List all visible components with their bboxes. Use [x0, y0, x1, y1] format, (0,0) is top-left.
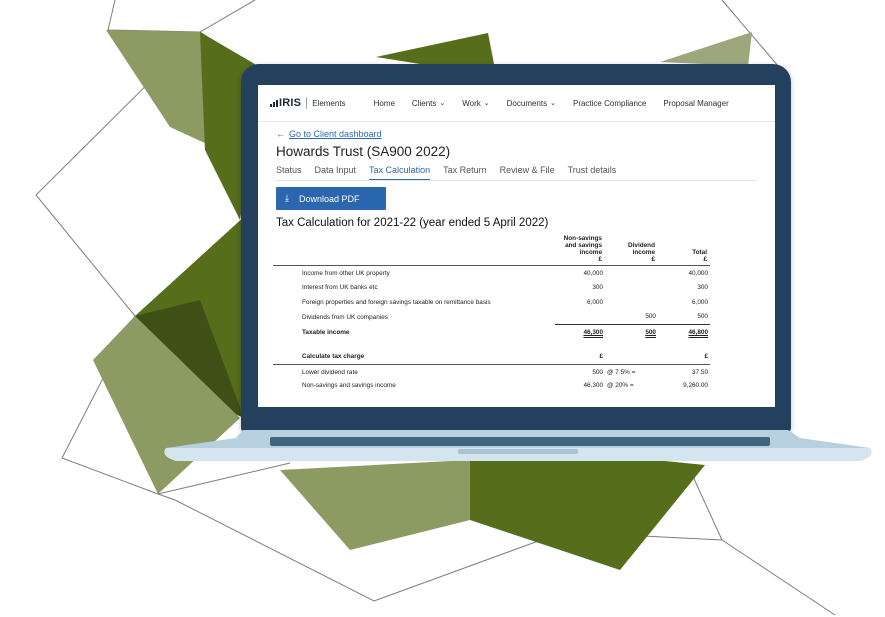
arrow-left-icon: ←: [276, 129, 285, 139]
table-row: Non-savings and savings income 46,300 @ …: [302, 382, 708, 389]
page-title: Howards Trust (SA900 2022): [276, 144, 451, 159]
iris-logo[interactable]: IRIS: [270, 97, 301, 109]
tab-tax-calculation[interactable]: Tax Calculation: [369, 165, 431, 180]
tab-trust-details[interactable]: Trust details: [568, 165, 617, 180]
col-dividend-header: Dividend income £: [605, 235, 658, 266]
logo-bars-icon: [270, 99, 278, 107]
tab-tax-return[interactable]: Tax Return: [443, 165, 487, 180]
calculation-title: Tax Calculation for 2021-22 (year ended …: [276, 217, 549, 229]
col-total-header: Total £: [658, 235, 710, 266]
nav-work[interactable]: Work ⌄: [462, 99, 489, 108]
nav-proposal-manager[interactable]: Proposal Manager: [663, 99, 728, 108]
back-to-dashboard-link[interactable]: ← Go to Client dashboard: [276, 129, 775, 139]
nav-clients[interactable]: Clients ⌄: [412, 99, 445, 108]
laptop-base: [164, 430, 872, 461]
nav-practice-compliance[interactable]: Practice Compliance: [573, 99, 646, 108]
tax-calculation-table: Non-savings and savings income £ Dividen…: [273, 235, 710, 392]
table-row: Foreign properties and foreign savings t…: [302, 298, 708, 306]
tab-status[interactable]: Status: [276, 165, 302, 180]
tax-charge-heading-row: Calculate tax charge £ £: [273, 349, 710, 365]
nav-home[interactable]: Home: [374, 99, 395, 108]
download-pdf-button[interactable]: ⤓ Download PDF: [276, 187, 386, 210]
table-header-row: Non-savings and savings income £ Dividen…: [273, 235, 710, 266]
col-non-savings-header: Non-savings and savings income £: [555, 235, 605, 266]
shape-bottom-light: [280, 460, 470, 550]
laptop-screen: IRIS Elements Home Clients ⌄ Work ⌄ Docume…: [258, 85, 775, 407]
table-row: Interest from UK banks etc 300 300: [302, 284, 708, 292]
product-name: Elements: [312, 98, 346, 108]
top-navigation: IRIS Elements Home Clients ⌄ Work ⌄ Docume…: [258, 85, 775, 122]
logo-divider: [306, 97, 308, 109]
table-spacer: [273, 340, 710, 350]
chevron-down-icon: ⌄: [550, 100, 556, 107]
table-row: Income from other UK property 40,000 40,…: [302, 269, 708, 277]
table-row-total: Taxable income 46,300 500 46,800: [273, 324, 710, 340]
shape-top-dark: [376, 33, 494, 64]
main-content: ← Go to Client dashboard Howards Trust (…: [258, 129, 775, 392]
tab-bar: Status Data Input Tax Calculation Tax Re…: [276, 165, 756, 181]
nav-documents[interactable]: Documents ⌄: [507, 99, 556, 108]
shape-top-right-light: [660, 32, 752, 66]
chevron-down-icon: ⌄: [483, 100, 490, 107]
table-row: Lower dividend rate 500 @ 7.5% = 37.50: [302, 368, 708, 376]
download-icon: ⤓: [285, 193, 289, 203]
tab-review-file[interactable]: Review & File: [500, 165, 555, 180]
tab-data-input[interactable]: Data Input: [315, 165, 357, 180]
table-row: Dividends from UK companies 500 500: [302, 313, 708, 321]
chevron-down-icon: ⌄: [439, 100, 446, 107]
